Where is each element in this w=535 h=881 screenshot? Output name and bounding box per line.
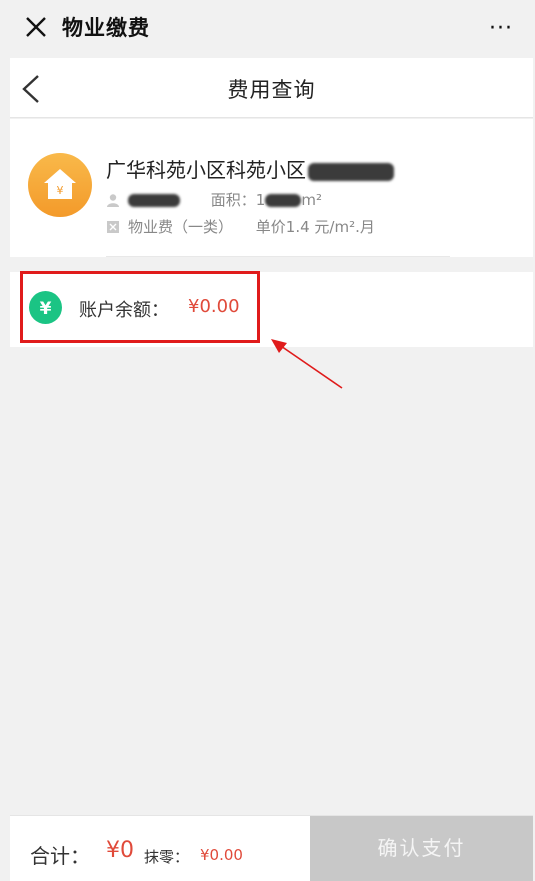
area-value: 1 <box>255 191 266 209</box>
area-label: 面积： <box>210 191 256 209</box>
card-divider <box>106 256 450 257</box>
owner-area-row: 面积：1 m² <box>106 189 322 210</box>
community-name: 广华科苑小区科苑小区 <box>106 154 394 183</box>
annotation-arrow-icon <box>271 339 343 389</box>
page-header: 费用查询 <box>10 58 533 118</box>
fee-row: 物业费（一类） 单价1.4 元/m².月 <box>106 216 375 237</box>
confirm-pay-button[interactable]: 确认支付 <box>310 816 533 881</box>
unit-price: 单价1.4 元/m².月 <box>255 218 375 236</box>
redacted-unit <box>308 162 394 181</box>
fee-type: 物业费（一类） <box>128 218 234 236</box>
mini-program-title: 物业缴费 <box>62 16 150 40</box>
house-icon: ¥ <box>44 169 76 199</box>
payment-footer: 合计： ¥0 抹零： ¥0.00 确认支付 <box>10 815 533 881</box>
house-yen-symbol: ¥ <box>57 184 64 197</box>
total-label: 合计： <box>30 844 90 868</box>
wechat-top-bar: 物业缴费 ··· <box>0 0 535 56</box>
fee-item-icon <box>107 221 119 233</box>
area-unit: m² <box>301 191 322 209</box>
total-amount: ¥0 <box>106 838 134 863</box>
redacted-area <box>265 194 302 207</box>
annotation-highlight-box <box>20 271 260 343</box>
user-icon <box>107 194 119 207</box>
more-menu-icon[interactable]: ··· <box>489 16 513 41</box>
rounding-amount: ¥0.00 <box>200 846 243 864</box>
page-title: 费用查询 <box>227 78 316 102</box>
house-avatar: ¥ <box>28 153 92 217</box>
rounding-label: 抹零： <box>144 848 190 866</box>
community-name-text: 广华科苑小区科苑小区 <box>106 158 306 182</box>
close-icon[interactable] <box>22 13 50 41</box>
house-info-card[interactable]: ¥ 广华科苑小区科苑小区 面积：1 m² 物业费（一类） 单价1.4 元/m².月 <box>10 119 533 257</box>
redacted-owner <box>128 194 180 207</box>
